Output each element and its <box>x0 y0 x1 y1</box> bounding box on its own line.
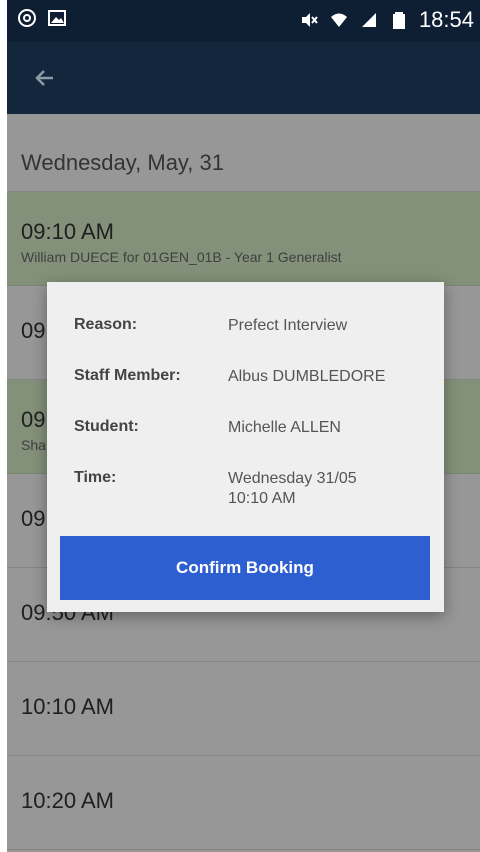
staff-value: Albus DUMBLEDORE <box>228 368 386 385</box>
back-button[interactable] <box>27 60 63 96</box>
student-label: Student: <box>74 418 139 435</box>
status-clock: 18:54 <box>418 7 474 32</box>
battery-icon <box>392 12 405 29</box>
booking-dialog: Reason: Prefect Interview Staff Member: … <box>47 282 444 612</box>
signal-icon <box>361 13 376 27</box>
staff-label: Staff Member: <box>74 367 181 384</box>
student-value: Michelle ALLEN <box>228 419 341 436</box>
time-value-date: Wednesday 31/05 <box>228 470 357 487</box>
mute-icon <box>301 13 318 27</box>
app-icon <box>18 9 36 27</box>
status-left-icons <box>17 8 67 28</box>
time-label: Time: <box>74 469 117 486</box>
app-bar <box>7 42 480 114</box>
confirm-booking-button[interactable]: Confirm Booking <box>60 536 430 600</box>
reason-label: Reason: <box>74 316 138 333</box>
status-bar: 18:54 <box>7 0 480 42</box>
time-value-hour: 10:10 AM <box>228 490 296 507</box>
booking-screen: 18:54 Wednesday, May, 31 09:10 AM Willia… <box>7 0 480 852</box>
time-value: Wednesday 31/05 10:10 AM <box>228 469 428 509</box>
arrow-left-icon <box>35 70 53 86</box>
wifi-icon <box>330 13 347 27</box>
reason-value: Prefect Interview <box>228 317 348 334</box>
image-icon <box>48 10 66 26</box>
status-right-icons: 18:54 <box>299 6 474 34</box>
